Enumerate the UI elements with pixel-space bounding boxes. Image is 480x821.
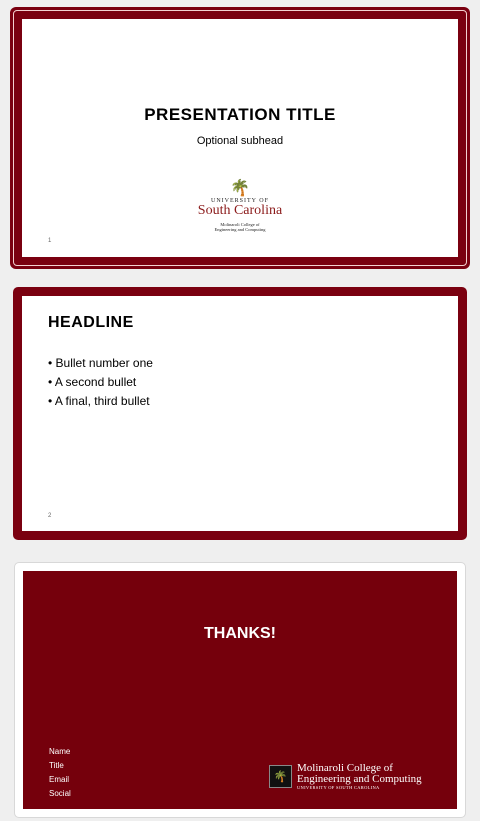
molinaroli-logo: 🌴 Molinaroli College of Engineering and …	[269, 763, 422, 790]
contact-line: Name	[49, 747, 71, 756]
bullet-item: • Bullet number one	[48, 356, 153, 370]
slide-number: 2	[48, 513, 52, 519]
palmetto-tree-icon: 🌴	[230, 180, 250, 197]
contact-line: Social	[49, 789, 71, 798]
headline: HEADLINE	[48, 314, 134, 331]
thanks-title: THANKS!	[204, 625, 276, 642]
palmetto-tree-icon: 🌴	[269, 765, 292, 788]
slide-thumbnail-1[interactable]: PRESENTATION TITLE Optional subhead 🌴 UN…	[10, 7, 470, 269]
contact-line: Title	[49, 761, 64, 770]
bullet-list: • Bullet number one • A second bullet • …	[48, 354, 153, 411]
logo-line: UNIVERSITY OF SOUTH CAROLINA	[297, 785, 380, 790]
presentation-title: PRESENTATION TITLE	[144, 105, 336, 124]
logo-line: Engineering and Computing	[297, 773, 422, 785]
subhead: Optional subhead	[196, 135, 284, 147]
bullet-item: • A final, third bullet	[48, 394, 150, 408]
slide-thumbnail-2[interactable]: HEADLINE • Bullet number one • A second …	[13, 287, 467, 540]
logo-line: Engineering and Computing	[214, 227, 266, 232]
bullet-item: • A second bullet	[48, 375, 137, 389]
logo-line: South Carolina	[197, 203, 283, 218]
usc-logo: 🌴 UNIVERSITY OF South Carolina Molinarol…	[194, 180, 286, 232]
contact-info: Name Title Email Social	[49, 745, 71, 801]
slide-number: 1	[48, 238, 52, 244]
contact-line: Email	[49, 775, 70, 784]
slide-thumbnail-3[interactable]: THANKS! Name Title Email Social 🌴 Molina…	[14, 562, 466, 818]
